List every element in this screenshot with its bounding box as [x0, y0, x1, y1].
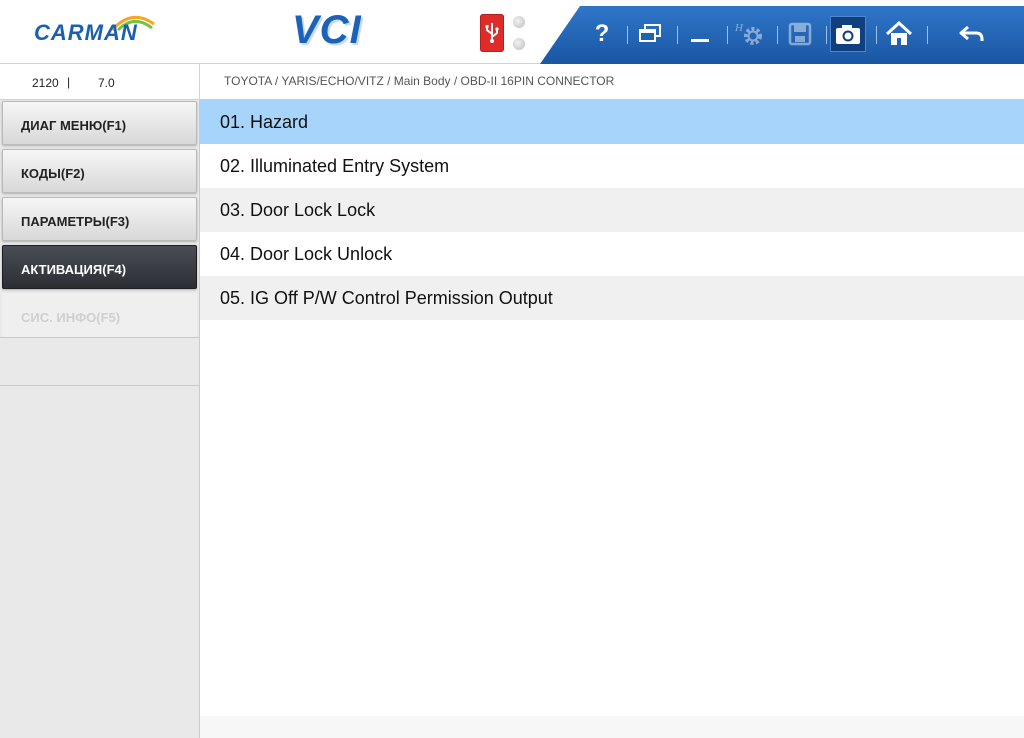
- minimize-button[interactable]: [682, 16, 718, 52]
- screenshot-button[interactable]: [830, 16, 866, 52]
- app-title: VCI: [292, 8, 362, 52]
- help-button[interactable]: ?: [584, 16, 620, 52]
- toolbar-divider: [727, 26, 728, 44]
- info-separator: |: [67, 75, 71, 89]
- sidebar: ДИАГ МЕНЮ(F1) КОДЫ(F2) ПАРАМЕТРЫ(F3) АКТ…: [0, 100, 200, 738]
- back-button[interactable]: [954, 16, 990, 52]
- status-led-bottom: [513, 38, 525, 50]
- info-code: 2120: [32, 76, 59, 90]
- sidebar-item-codes[interactable]: КОДЫ(F2): [2, 149, 197, 193]
- toolbar: ? H: [540, 6, 1024, 64]
- toolbar-divider: [677, 26, 678, 44]
- toolbar-divider: [927, 26, 928, 44]
- toolbar-divider: [876, 26, 877, 44]
- sidebar-item-activation[interactable]: АКТИВАЦИЯ(F4): [2, 245, 197, 289]
- home-icon: [885, 21, 913, 45]
- toolbar-divider: [777, 26, 778, 44]
- save-button[interactable]: [782, 16, 818, 52]
- list-item[interactable]: 05. IG Off P/W Control Permission Output: [200, 276, 1024, 320]
- sidebar-empty-slot: [0, 339, 199, 386]
- list-item[interactable]: 03. Door Lock Lock: [200, 188, 1024, 232]
- gear-icon: H: [735, 22, 762, 45]
- minimize-icon: [691, 39, 709, 42]
- carman-logo: CARMAN: [34, 10, 156, 50]
- question-icon: ?: [594, 20, 610, 47]
- sidebar-item-parameters[interactable]: ПАРАМЕТРЫ(F3): [2, 197, 197, 241]
- status-led-top: [513, 16, 525, 28]
- list-footer: [200, 716, 1024, 738]
- list-item[interactable]: 01. Hazard: [200, 100, 1024, 144]
- logo-text: CARMAN: [34, 20, 138, 45]
- sidebar-empty-slot: [0, 291, 199, 338]
- info-version: 7.0: [98, 76, 115, 90]
- list-item[interactable]: 04. Door Lock Unlock: [200, 232, 1024, 276]
- home-button[interactable]: [881, 16, 917, 52]
- camera-icon: [836, 25, 860, 44]
- breadcrumb: TOYOTA / YARIS/ECHO/VITZ / Main Body / O…: [224, 74, 615, 88]
- settings-button[interactable]: H: [732, 16, 768, 52]
- window-icon: [639, 24, 661, 42]
- back-arrow-icon: [959, 25, 984, 41]
- window-mode-button[interactable]: [632, 16, 668, 52]
- toolbar-divider: [826, 26, 827, 44]
- app-header: CARMAN VCI ? H: [0, 0, 1024, 64]
- activation-list: 01. Hazard 02. Illuminated Entry System …: [200, 100, 1024, 738]
- usb-icon: [480, 14, 504, 52]
- toolbar-divider: [627, 26, 628, 44]
- list-item[interactable]: 02. Illuminated Entry System: [200, 144, 1024, 188]
- sidebar-item-diag-menu[interactable]: ДИАГ МЕНЮ(F1): [2, 101, 197, 145]
- vehicle-info-bar: 2120 | 7.0: [0, 64, 200, 100]
- svg-text:H: H: [735, 22, 744, 34]
- floppy-icon: [788, 22, 812, 46]
